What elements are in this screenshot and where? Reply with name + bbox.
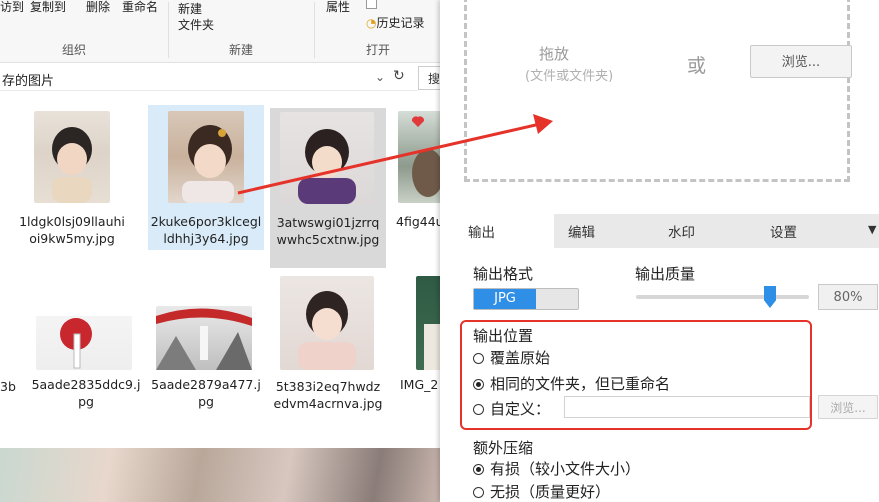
radio-same-folder-renamed[interactable]: 相同的文件夹，但已重命名 xyxy=(473,373,670,394)
ribbon-divider xyxy=(168,2,169,58)
file-tile[interactable]: 4fig44usp6n xyxy=(394,105,440,255)
file-name: 5t383i2eq7hwdzedvm4acrnva.jpg xyxy=(273,379,383,411)
photo-child-icon xyxy=(298,291,356,370)
image-thumbnail xyxy=(416,276,440,370)
refresh-icon[interactable]: ↻ xyxy=(393,68,405,84)
file-name: 3b xyxy=(0,379,16,394)
chevron-down-icon[interactable]: ⌄ xyxy=(375,70,385,84)
group-label-organize: 组织 xyxy=(62,43,87,57)
rename-button[interactable]: 重命名 xyxy=(122,0,158,15)
file-tile[interactable]: 3b xyxy=(0,270,18,430)
file-name: 4fig44usp6n xyxy=(396,214,440,229)
output-location-label: 输出位置 xyxy=(473,327,534,345)
radio-checked-icon xyxy=(473,379,484,390)
file-tile[interactable]: 5t383i2eq7hwdzedvm4acrnva.jpg xyxy=(270,272,386,432)
radio-icon xyxy=(473,487,484,498)
file-explorer-window: 访到 复制到 删除 重命名 新建 文件夹 属性 ◔历史记录 组织 新建 打开 存… xyxy=(0,0,440,502)
file-tile[interactable]: 5aade2835ddc9.jpg xyxy=(28,272,144,422)
tab-watermark[interactable]: 水印 xyxy=(668,214,748,248)
tab-settings[interactable]: 设置 xyxy=(770,214,850,248)
drop-zone[interactable]: 拖放 (文件或文件夹) 或 浏览... xyxy=(464,0,852,182)
ribbon-divider xyxy=(314,2,315,58)
history-icon: ◔ xyxy=(366,16,377,30)
file-tile[interactable]: 1ldgk0lsj09llauhioi9kw5my.jpg xyxy=(14,105,130,255)
format-value: JPG xyxy=(474,289,536,309)
browse-button[interactable]: 浏览... xyxy=(750,45,852,78)
image-thumbnail xyxy=(398,111,440,203)
file-name: 3atwswgi01jzrrqwwhc5cxtnw.jpg xyxy=(276,215,380,247)
file-name: 5aade2879a477.jpg xyxy=(151,377,261,409)
search-label: 搜 xyxy=(428,72,440,86)
extra-compression-label: 额外压缩 xyxy=(473,439,534,457)
radio-custom[interactable]: 自定义： xyxy=(473,398,550,419)
group-label-open: 打开 xyxy=(366,43,391,57)
radio-icon xyxy=(473,353,484,364)
checkbox-icon xyxy=(366,0,380,10)
tab-edit[interactable]: 编辑 xyxy=(568,214,648,248)
radio-icon xyxy=(473,404,484,415)
custom-browse-button[interactable]: 浏览... xyxy=(818,395,878,419)
quality-value[interactable]: 80% xyxy=(818,284,878,310)
copy-path-button[interactable]: 访到 xyxy=(0,0,24,15)
breadcrumb[interactable]: 存的图片 xyxy=(2,70,54,89)
output-quality-label: 输出质量 xyxy=(635,265,696,283)
photo-child-icon xyxy=(424,324,440,370)
photo-child-icon xyxy=(52,127,92,203)
image-thumbnail xyxy=(280,112,374,204)
quality-slider[interactable] xyxy=(636,295,809,299)
file-name: IMG_2 xyxy=(400,377,439,392)
photo-child-icon xyxy=(182,125,234,203)
custom-path-input[interactable] xyxy=(564,396,810,418)
drop-label: 拖放 xyxy=(539,45,570,63)
or-label: 或 xyxy=(687,55,707,77)
delete-button[interactable]: 删除 xyxy=(86,0,110,15)
settings-tabs: 输出 编辑 水印 设置 ▼ xyxy=(454,214,879,248)
photo-umbrella-icon xyxy=(60,318,92,369)
new-item-button[interactable]: 新建 xyxy=(178,0,202,17)
file-tile[interactable]: IMG_2 xyxy=(394,272,440,422)
file-tile-hover[interactable]: 3atwswgi01jzrrqwwhc5cxtnw.jpg xyxy=(270,108,386,268)
file-name: 2kuke6por3klcegl​ldhhj3y64.jpg xyxy=(150,214,262,246)
copy-to-button[interactable]: 复制到 xyxy=(30,0,66,15)
file-tile-selected[interactable]: 2kuke6por3klcegl​ldhhj3y64.jpg xyxy=(148,105,264,250)
image-thumbnail xyxy=(168,111,244,203)
image-thumbnail xyxy=(36,316,132,370)
file-name: 5aade2835ddc9.jpg xyxy=(31,377,141,409)
photo-snow-icon xyxy=(156,308,252,370)
ribbon-toolbar: 访到 复制到 删除 重命名 新建 文件夹 属性 ◔历史记录 组织 新建 打开 xyxy=(0,0,440,63)
drop-hint: (文件或文件夹) xyxy=(525,69,614,84)
photo-child-icon xyxy=(411,116,440,197)
photo-child-icon xyxy=(298,129,356,204)
image-thumbnail xyxy=(34,111,110,203)
new-folder-button[interactable]: 文件夹 xyxy=(178,16,214,33)
image-thumbnail xyxy=(156,306,252,370)
radio-checked-icon xyxy=(473,464,484,475)
group-label-new: 新建 xyxy=(229,43,254,57)
radio-overwrite[interactable]: 覆盖原始 xyxy=(473,347,550,368)
address-bar[interactable]: 存的图片 ⌄ ↻ xyxy=(0,66,418,91)
history-button[interactable]: ◔历史记录 xyxy=(366,14,425,31)
radio-lossy[interactable]: 有损（较小文件大小） xyxy=(473,458,640,479)
radio-lossless[interactable]: 无损（质量更好） xyxy=(473,481,610,502)
format-toggle[interactable]: JPG xyxy=(473,288,579,310)
file-name: 1ldgk0lsj09llauhioi9kw5my.jpg xyxy=(19,214,125,246)
chevron-down-icon[interactable]: ▼ xyxy=(868,223,876,236)
image-thumbnail xyxy=(280,276,374,370)
properties-button[interactable]: 属性 xyxy=(326,0,350,15)
compressor-window: 拖放 (文件或文件夹) 或 浏览... 输出 编辑 水印 设置 ▼ xyxy=(440,0,879,502)
search-input[interactable]: 搜 xyxy=(418,66,440,90)
output-format-label: 输出格式 xyxy=(473,265,534,283)
tab-output[interactable]: 输出 xyxy=(454,214,554,248)
file-tile[interactable]: 5aade2879a477.jpg xyxy=(148,272,264,422)
image-thumbnail xyxy=(0,448,440,502)
